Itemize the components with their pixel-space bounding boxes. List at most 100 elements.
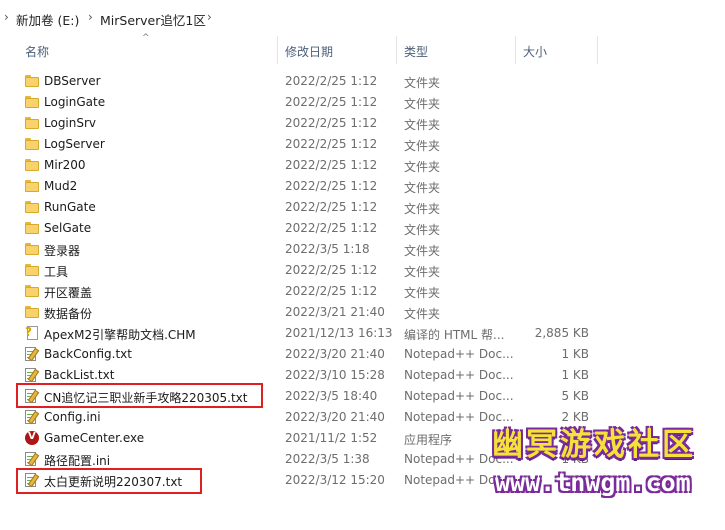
- file-name: Mud2: [44, 179, 78, 193]
- file-date: 2022/2/25 1:12: [285, 179, 378, 193]
- file-date: 2022/2/25 1:12: [285, 116, 378, 130]
- file-name: Mir200: [44, 158, 86, 172]
- file-row[interactable]: SelGate 2022/2/25 1:12 文件夹: [0, 218, 725, 239]
- file-date: 2022/3/12 15:20: [285, 473, 385, 487]
- file-row[interactable]: ? ApexM2引擎帮助文档.CHM 2021/12/13 16:13 编译的 HTM…: [0, 323, 725, 344]
- address-breadcrumb: › 新加卷 (E:) › MirServer追忆1区 ›: [0, 0, 725, 36]
- column-divider[interactable]: [515, 36, 516, 64]
- file-name: LogServer: [44, 137, 105, 151]
- file-type: 编译的 HTML 帮...: [404, 328, 505, 342]
- file-type: Notepad++ Doc...: [404, 347, 514, 361]
- file-name: 路径配置.ini: [44, 454, 111, 468]
- chevron-right-icon[interactable]: ›: [88, 10, 93, 24]
- file-size: 1 KB: [561, 368, 589, 382]
- chevron-right-icon[interactable]: ›: [4, 10, 9, 24]
- file-type: 文件夹: [404, 223, 441, 237]
- file-name: BackList.txt: [44, 368, 115, 382]
- file-row[interactable]: Mir200 2022/2/25 1:12 文件夹: [0, 155, 725, 176]
- notepad-document-icon: [25, 368, 40, 383]
- file-name: DBServer: [44, 74, 101, 88]
- file-date: 2022/2/25 1:12: [285, 200, 378, 214]
- column-name-header[interactable]: 名称: [25, 43, 49, 60]
- file-type: 文件夹: [404, 244, 441, 258]
- folder-icon: [25, 285, 39, 299]
- column-size-header[interactable]: 大小: [523, 43, 547, 60]
- column-header: 名称 修改日期 类型 大小: [0, 36, 725, 64]
- file-row[interactable]: 开区覆盖 2022/2/25 1:12 文件夹: [0, 281, 725, 302]
- folder-icon: [25, 159, 39, 173]
- file-name: ApexM2引擎帮助文档.CHM: [44, 328, 196, 342]
- chevron-right-icon[interactable]: ›: [207, 10, 212, 24]
- notepad-document-icon: [25, 410, 40, 425]
- file-row[interactable]: BackConfig.txt 2022/3/20 21:40 Notepad++ D…: [0, 344, 725, 365]
- file-type: 文件夹: [404, 76, 441, 90]
- file-row[interactable]: LoginGate 2022/2/25 1:12 文件夹: [0, 92, 725, 113]
- file-type: 文件夹: [404, 181, 441, 195]
- file-name: 工具: [44, 265, 69, 279]
- file-date: 2022/3/5 1:38: [285, 452, 370, 466]
- file-name: GameCenter.exe: [44, 431, 145, 445]
- breadcrumb-drive[interactable]: 新加卷 (E:): [16, 10, 79, 29]
- file-type: Notepad++ Doc...: [404, 368, 514, 382]
- file-date: 2022/2/25 1:12: [285, 263, 378, 277]
- file-date: 2022/2/25 1:12: [285, 158, 378, 172]
- highlight-box: [16, 383, 263, 408]
- file-name: Config.ini: [44, 410, 101, 424]
- file-row[interactable]: 工具 2022/2/25 1:12 文件夹: [0, 260, 725, 281]
- file-row[interactable]: RunGate 2022/2/25 1:12 文件夹: [0, 197, 725, 218]
- column-date-header[interactable]: 修改日期: [285, 43, 333, 60]
- folder-icon: [25, 138, 39, 152]
- file-name: RunGate: [44, 200, 96, 214]
- file-row[interactable]: LoginSrv 2022/2/25 1:12 文件夹: [0, 113, 725, 134]
- column-divider[interactable]: [396, 36, 397, 64]
- file-date: 2022/3/5 1:18: [285, 242, 370, 256]
- file-row[interactable]: DBServer 2022/2/25 1:12 文件夹: [0, 71, 725, 92]
- file-type: Notepad++ Doc...: [404, 389, 514, 403]
- file-date: 2022/3/20 21:40: [285, 347, 385, 361]
- highlight-box: [16, 468, 202, 494]
- file-type: 应用程序: [404, 433, 453, 447]
- watermark-logo-text: 幽冥游戏社区: [492, 427, 696, 463]
- file-name: SelGate: [44, 221, 92, 235]
- file-row[interactable]: 登录器 2022/3/5 1:18 文件夹: [0, 239, 725, 260]
- folder-icon: [25, 201, 39, 215]
- file-date: 2022/3/5 18:40: [285, 389, 378, 403]
- folder-icon: [25, 222, 39, 236]
- file-type: 文件夹: [404, 202, 441, 216]
- file-date: 2021/11/2 1:52: [285, 431, 378, 445]
- file-row[interactable]: 数据备份 2022/3/21 21:40 文件夹: [0, 302, 725, 323]
- file-date: 2022/2/25 1:12: [285, 284, 378, 298]
- file-name: 开区覆盖: [44, 286, 93, 300]
- notepad-document-icon: [25, 452, 40, 467]
- file-type: 文件夹: [404, 307, 441, 321]
- file-date: 2021/12/13 16:13: [285, 326, 393, 340]
- file-name: BackConfig.txt: [44, 347, 132, 361]
- watermark-url-text: www.tnwgm.com: [495, 468, 691, 497]
- file-date: 2022/3/10 15:28: [285, 368, 385, 382]
- folder-icon: [25, 117, 39, 131]
- file-type: 文件夹: [404, 160, 441, 174]
- file-type: 文件夹: [404, 265, 441, 279]
- file-date: 2022/2/25 1:12: [285, 95, 378, 109]
- file-date: 2022/2/25 1:12: [285, 221, 378, 235]
- folder-icon: [25, 180, 39, 194]
- file-row[interactable]: Mud2 2022/2/25 1:12 文件夹: [0, 176, 725, 197]
- folder-icon: [25, 243, 39, 257]
- file-date: 2022/2/25 1:12: [285, 74, 378, 88]
- file-row[interactable]: LogServer 2022/2/25 1:12 文件夹: [0, 134, 725, 155]
- column-divider[interactable]: [597, 36, 598, 64]
- file-type: 文件夹: [404, 97, 441, 111]
- file-size: 5 KB: [561, 389, 589, 403]
- file-size: 1 KB: [561, 347, 589, 361]
- file-type: 文件夹: [404, 139, 441, 153]
- breadcrumb-folder[interactable]: MirServer追忆1区: [100, 10, 206, 29]
- column-type-header[interactable]: 类型: [404, 43, 428, 60]
- folder-icon: [25, 306, 39, 320]
- file-name: 登录器: [44, 244, 81, 258]
- notepad-document-icon: [25, 347, 40, 362]
- column-divider[interactable]: [277, 36, 278, 64]
- file-type: 文件夹: [404, 118, 441, 132]
- file-date: 2022/3/21 21:40: [285, 305, 385, 319]
- file-type: 文件夹: [404, 286, 441, 300]
- file-name: 数据备份: [44, 307, 93, 321]
